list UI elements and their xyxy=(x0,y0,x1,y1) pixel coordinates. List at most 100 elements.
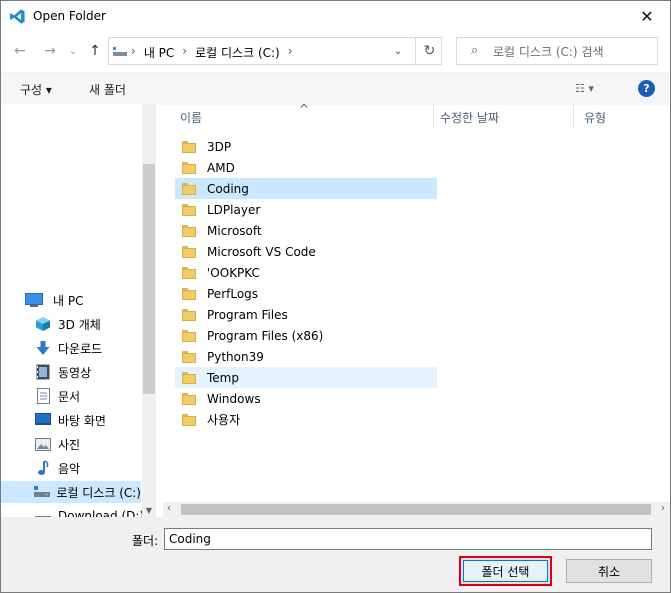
search-input[interactable] xyxy=(491,41,655,63)
folder-row[interactable]: 'OOKPKC xyxy=(175,262,437,283)
search-icon: ⌕ xyxy=(471,43,479,58)
sidebar-item-download-d[interactable]: Download (D:) xyxy=(34,505,144,517)
column-divider[interactable] xyxy=(573,104,574,129)
up-button[interactable]: ↑ xyxy=(86,42,104,60)
scrollbar-thumb[interactable] xyxy=(181,504,651,515)
close-icon: ✕ xyxy=(640,7,654,26)
select-folder-button[interactable]: 폴더 선택 xyxy=(459,556,552,586)
refresh-button[interactable]: ↻ xyxy=(415,38,443,64)
folder-name: 사용자 xyxy=(207,413,241,427)
column-type[interactable]: 유형 xyxy=(584,109,606,126)
breadcrumb-local-disk[interactable]: 로컬 디스크 (C:) xyxy=(195,44,280,61)
vscode-icon xyxy=(10,9,25,24)
folder-row[interactable]: AMD xyxy=(175,157,437,178)
dialog-footer: 폴더: 폴더 선택 취소 xyxy=(1,517,670,592)
scroll-right-arrow-icon[interactable]: › xyxy=(661,503,665,514)
title-bar: Open Folder ✕ xyxy=(1,1,670,32)
open-folder-dialog: Open Folder ✕ ← → ⌄ ↑ › 내 PC › 로컬 디스크 (C… xyxy=(0,0,671,593)
desktop-icon xyxy=(34,412,52,428)
chevron-down-icon: ⌄ xyxy=(393,45,403,57)
pictures-icon xyxy=(34,436,52,452)
folder-name: Python39 xyxy=(207,349,264,364)
forward-button[interactable]: → xyxy=(41,42,59,60)
folder-label: 폴더: xyxy=(132,534,159,548)
column-name[interactable]: 이름 xyxy=(180,109,202,126)
breadcrumb-separator[interactable]: › xyxy=(131,44,136,61)
folder-icon xyxy=(182,350,196,363)
scroll-down-arrow-icon[interactable]: ▼ xyxy=(144,506,154,515)
sidebar-item-downloads[interactable]: 다운로드 xyxy=(34,337,102,359)
cancel-button[interactable]: 취소 xyxy=(566,559,652,583)
breadcrumb-my-pc[interactable]: 내 PC xyxy=(144,44,174,61)
folder-row[interactable]: Program Files xyxy=(175,304,437,325)
help-icon: ? xyxy=(643,82,650,95)
sidebar-item-label: 로컬 디스크 (C:) xyxy=(56,485,141,500)
sidebar-item-documents[interactable]: 문서 xyxy=(34,385,80,407)
folder-name: Program Files (x86) xyxy=(207,328,324,343)
select-folder-label: 폴더 선택 xyxy=(463,560,548,582)
chevron-down-icon: ⌄ xyxy=(68,45,78,57)
sidebar-item-local-disk-c[interactable]: 로컬 디스크 (C:) xyxy=(1,481,141,503)
column-date-modified[interactable]: 수정한 날짜 xyxy=(440,109,499,126)
scrollbar-thumb[interactable] xyxy=(143,164,155,394)
breadcrumb-separator[interactable]: › xyxy=(182,44,187,61)
drive-icon xyxy=(34,484,51,500)
folder-icon xyxy=(182,161,196,174)
close-button[interactable]: ✕ xyxy=(624,1,670,32)
folder-name-input[interactable] xyxy=(164,528,652,550)
address-bar[interactable]: › 내 PC › 로컬 디스크 (C:) › ⌄ ↻ xyxy=(108,37,442,65)
folder-name: Microsoft VS Code xyxy=(207,244,316,259)
sidebar-item-label: 음악 xyxy=(58,461,81,476)
sidebar-item-label: 내 PC xyxy=(53,293,84,308)
cancel-label: 취소 xyxy=(597,564,621,579)
folder-name: Coding xyxy=(207,181,249,196)
music-icon xyxy=(34,460,52,476)
folder-row[interactable]: LDPlayer xyxy=(175,199,437,220)
up-arrow-icon: ↑ xyxy=(89,43,101,59)
sidebar-item-label: Download (D:) xyxy=(58,509,145,517)
view-options-button[interactable]: ☷ ▾ xyxy=(575,82,594,95)
recent-locations-button[interactable]: ⌄ xyxy=(64,42,82,60)
folder-row[interactable]: 3DP xyxy=(175,136,437,157)
sidebar-item-label: 바탕 화면 xyxy=(58,413,106,428)
refresh-icon: ↻ xyxy=(423,43,436,59)
sidebar-item-videos[interactable]: 동영상 xyxy=(34,361,91,383)
back-button[interactable]: ← xyxy=(11,42,29,60)
folder-row-selected[interactable]: Coding xyxy=(175,178,437,199)
column-divider[interactable] xyxy=(433,104,434,129)
scroll-left-arrow-icon[interactable]: ‹ xyxy=(167,503,171,514)
folder-icon xyxy=(182,182,196,195)
address-dropdown-button[interactable]: ⌄ xyxy=(389,42,407,60)
sidebar-item-my-pc[interactable]: 내 PC xyxy=(25,289,83,311)
folder-row[interactable]: Microsoft VS Code xyxy=(175,241,437,262)
folder-icon xyxy=(182,329,196,342)
folder-icon xyxy=(182,245,196,258)
breadcrumb-separator[interactable]: › xyxy=(288,44,293,61)
drive-icon xyxy=(34,508,52,517)
folder-name: Temp xyxy=(207,370,239,385)
sidebar-item-music[interactable]: 음악 xyxy=(34,457,80,479)
navigation-pane-scrollbar[interactable]: ▼ xyxy=(142,104,156,517)
folder-row[interactable]: Python39 xyxy=(175,346,437,367)
folder-row[interactable]: Program Files (x86) xyxy=(175,325,437,346)
folder-row[interactable]: Windows xyxy=(175,388,437,409)
file-list-horizontal-scrollbar[interactable]: ‹ › xyxy=(163,502,670,517)
sidebar-item-desktop[interactable]: 바탕 화면 xyxy=(34,409,106,431)
help-button[interactable]: ? xyxy=(638,80,655,97)
sidebar-item-pictures[interactable]: 사진 xyxy=(34,433,80,455)
folder-row[interactable]: Microsoft xyxy=(175,220,437,241)
folder-name: Microsoft xyxy=(207,223,262,238)
folder-icon xyxy=(182,224,196,237)
folder-name: Windows xyxy=(207,391,261,406)
pc-mini-icon xyxy=(113,47,127,56)
sidebar-item-3d-objects[interactable]: 3D 개체 xyxy=(34,313,101,335)
sidebar-item-label: 3D 개체 xyxy=(58,317,101,332)
folder-row[interactable]: PerfLogs xyxy=(175,283,437,304)
folder-row-hover[interactable]: Temp xyxy=(175,367,437,388)
folder-icon xyxy=(182,308,196,321)
video-icon xyxy=(34,364,52,380)
new-folder-button[interactable]: 새 폴더 xyxy=(89,81,126,98)
search-box[interactable]: ⌕ xyxy=(456,37,658,65)
folder-row[interactable]: 사용자 xyxy=(175,409,437,430)
organize-button[interactable]: 구성 ▾ xyxy=(20,81,52,98)
